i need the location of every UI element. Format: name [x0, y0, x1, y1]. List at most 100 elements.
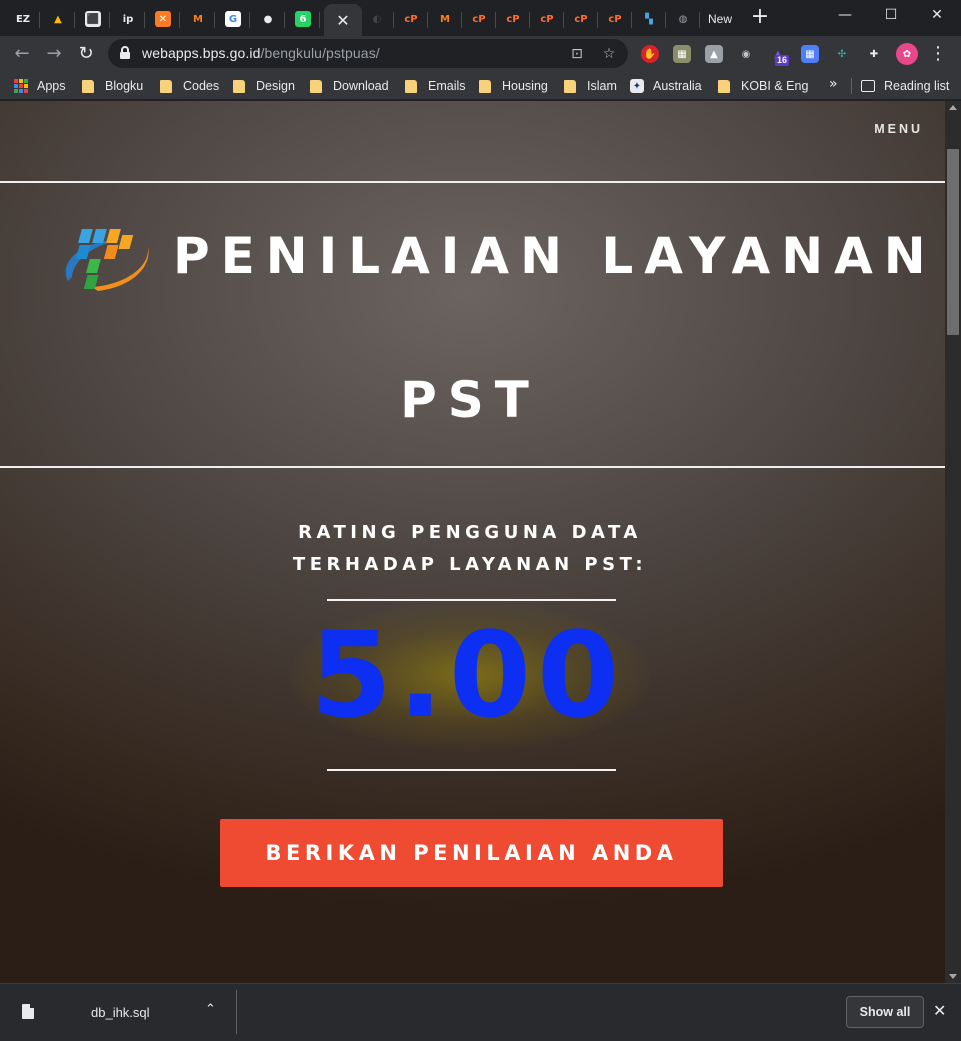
browser-tab[interactable]: ◐	[360, 4, 394, 34]
address-bar[interactable]: webapps.bps.go.id/bengkulu/pstpuas/ ⊡ ☆	[108, 39, 628, 68]
scroll-down-arrow-icon[interactable]	[949, 974, 957, 979]
bookmark-islam[interactable]: Islam	[564, 77, 617, 95]
site-icon: ⬛	[85, 11, 101, 27]
download-item-name[interactable]: db_ihk.sql	[91, 1005, 150, 1020]
moodle-icon: M	[437, 11, 453, 27]
page-scrollbar[interactable]	[945, 101, 961, 983]
browser-toolbar: ← → ↻ webapps.bps.go.id/bengkulu/pstpuas…	[0, 36, 961, 72]
bookmark-apps[interactable]: Apps	[14, 77, 66, 95]
rating-divider-bottom	[327, 769, 616, 771]
bps-icon: ▚	[641, 11, 657, 27]
browser-tab[interactable]: cP	[530, 4, 564, 34]
page-title: PENILAIAN LAYANAN	[173, 227, 937, 285]
tab-close-icon[interactable]: ✕	[336, 11, 349, 30]
tab-separator	[249, 12, 250, 28]
page-viewport: MENU PENILAIAN LAYANAN PST RATING PENGGU…	[0, 101, 945, 983]
cpanel-icon: cP	[573, 11, 589, 27]
tab-separator	[319, 12, 320, 28]
close-window-button[interactable]: ✕	[914, 0, 960, 30]
menu-link[interactable]: MENU	[874, 122, 923, 136]
browser-tab[interactable]: M	[181, 4, 215, 34]
github-icon: ●	[260, 11, 276, 27]
folder-icon	[718, 79, 730, 93]
minimize-button[interactable]: —	[822, 0, 868, 30]
tab-separator	[39, 12, 40, 28]
browser-tab[interactable]: ▲	[41, 4, 75, 34]
bookmarks-divider	[851, 78, 852, 94]
page-title-secondary: PST	[400, 371, 540, 429]
bookmark-label: Australia	[653, 79, 702, 93]
cpanel-icon: cP	[471, 11, 487, 27]
url-text[interactable]: webapps.bps.go.id/bengkulu/pstpuas/	[142, 45, 380, 61]
bookmark-kobi-eng[interactable]: KOBI & Eng	[718, 77, 808, 95]
tab-new[interactable]: New	[703, 4, 737, 34]
bookmark-australia[interactable]: ✦ Australia	[630, 77, 702, 95]
lock-icon[interactable]	[120, 46, 130, 59]
chevron-up-icon[interactable]: ⌃	[205, 1002, 216, 1017]
browser-tab[interactable]: ip	[111, 4, 145, 34]
bookmark-download[interactable]: Download	[310, 77, 389, 95]
folder-icon	[564, 79, 576, 93]
tab-separator	[74, 12, 75, 28]
browser-tab[interactable]: ▚	[632, 4, 666, 34]
give-rating-button[interactable]: BERIKAN PENILAIAN ANDA	[220, 819, 723, 887]
new-tab-button[interactable]: +	[749, 6, 771, 28]
maximize-button[interactable]: ☐	[868, 0, 914, 30]
cpanel-icon: cP	[505, 11, 521, 27]
header-divider-bottom	[0, 466, 945, 468]
bookmark-housing[interactable]: Housing	[479, 77, 548, 95]
browser-tab[interactable]: cP	[462, 4, 496, 34]
bookmark-blogku[interactable]: Blogku	[82, 77, 143, 95]
bookmark-label: Emails	[428, 79, 466, 93]
reload-button[interactable]: ↻	[74, 42, 98, 66]
browser-tab[interactable]: G	[216, 4, 250, 34]
bookmark-emails[interactable]: Emails	[405, 77, 466, 95]
tab-separator	[214, 12, 215, 28]
whatsapp-icon: 6	[295, 11, 311, 27]
download-divider	[236, 990, 237, 1034]
google-icon: G	[225, 11, 241, 27]
reading-list-button[interactable]: Reading list	[861, 77, 949, 95]
browser-tab[interactable]: cP	[394, 4, 428, 34]
show-all-button[interactable]: Show all	[846, 996, 924, 1028]
translate-icon[interactable]: ⊡	[568, 45, 586, 63]
dark-site-icon: ◐	[369, 11, 385, 27]
forward-button[interactable]: →	[42, 42, 66, 66]
bookmark-design[interactable]: Design	[233, 77, 295, 95]
network-extension-icon[interactable]: ✣	[833, 45, 851, 63]
browser-tab[interactable]: ⬛	[76, 4, 110, 34]
browser-tab[interactable]: cP	[496, 4, 530, 34]
bookmarks-overflow-button[interactable]: »	[829, 76, 838, 92]
camera-extension-icon[interactable]: ◉	[737, 45, 755, 63]
image-extension-icon[interactable]: ▦	[673, 45, 691, 63]
bookmark-star-icon[interactable]: ☆	[600, 45, 618, 63]
scroll-thumb[interactable]	[947, 149, 959, 335]
browser-menu-icon[interactable]: ⋮	[926, 42, 950, 66]
browser-tab[interactable]: ✕	[324, 4, 362, 36]
tab-title: New	[707, 12, 732, 26]
browser-tab[interactable]: cP	[564, 4, 598, 34]
reading-list-label: Reading list	[884, 79, 950, 93]
browser-tab[interactable]: ●	[251, 4, 285, 34]
calendar-extension-icon[interactable]: ▦	[801, 45, 819, 63]
back-button[interactable]: ←	[10, 42, 34, 66]
cpanel-icon: cP	[607, 11, 623, 27]
browser-tab[interactable]: ✕	[146, 4, 180, 34]
user-extension-icon[interactable]: ▲	[705, 45, 723, 63]
ip-icon: ip	[120, 11, 136, 27]
scroll-up-arrow-icon[interactable]	[949, 105, 957, 110]
close-download-bar-icon[interactable]: ✕	[933, 1001, 946, 1020]
google-drive-icon: ▲	[50, 11, 66, 27]
folder-icon	[160, 79, 172, 93]
profile-avatar[interactable]: ✿	[896, 43, 918, 65]
browser-tab[interactable]: ◍	[666, 4, 700, 34]
puzzle-extensions-icon[interactable]: ✚	[865, 45, 883, 63]
browser-tab[interactable]: 6	[286, 4, 320, 34]
browser-tab[interactable]: EZ	[6, 4, 40, 34]
tab-separator	[284, 12, 285, 28]
browser-tab[interactable]: M	[428, 4, 462, 34]
browser-tab[interactable]: cP	[598, 4, 632, 34]
tab-separator	[179, 12, 180, 28]
adblock-extension-icon[interactable]: ✋	[641, 45, 659, 63]
bookmark-codes[interactable]: Codes	[160, 77, 219, 95]
